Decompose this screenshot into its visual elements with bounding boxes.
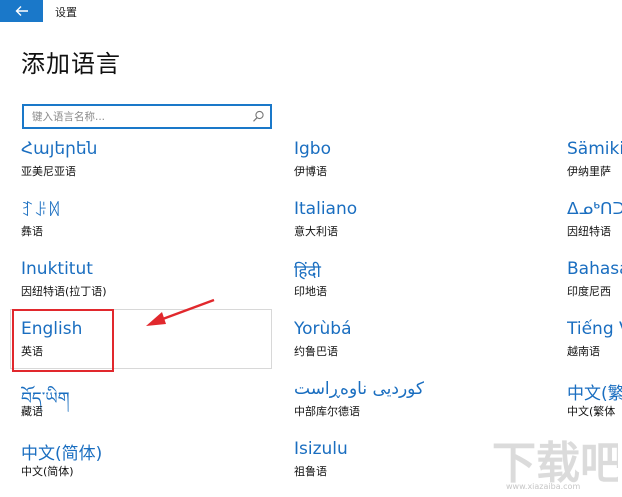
watermark-url: www.xiazaiba.com bbox=[506, 482, 581, 491]
language-name: ꆈꌠꉙ bbox=[21, 201, 61, 221]
language-tile-inari-sami[interactable]: Sämiki 伊纳里萨 bbox=[567, 139, 622, 197]
language-subtitle: 印地语 bbox=[294, 285, 327, 298]
title-bar: 设置 bbox=[0, 0, 622, 22]
watermark-logo: 下载吧 bbox=[492, 438, 618, 489]
language-subtitle: 藏语 bbox=[21, 405, 43, 418]
annotation-arrow-icon bbox=[146, 298, 215, 326]
search-input[interactable] bbox=[32, 109, 242, 125]
language-subtitle: 因纽特语 bbox=[567, 225, 611, 238]
language-subtitle: 中部库尔德语 bbox=[294, 405, 360, 418]
window-title: 设置 bbox=[55, 6, 77, 19]
page-title: 添加语言 bbox=[21, 50, 121, 78]
language-subtitle: 中文(简体) bbox=[21, 465, 74, 478]
language-subtitle: 伊纳里萨 bbox=[567, 165, 611, 178]
language-subtitle: 亚美尼亚语 bbox=[21, 165, 76, 178]
language-subtitle: 越南语 bbox=[567, 345, 600, 358]
language-subtitle: 约鲁巴语 bbox=[294, 345, 338, 358]
language-subtitle: 印度尼西 bbox=[567, 285, 611, 298]
language-name: Yorùbá bbox=[294, 319, 352, 339]
language-name: 中文(繁 bbox=[567, 384, 622, 404]
language-name: Հայերեն bbox=[21, 139, 98, 159]
language-tile-italian[interactable]: Italiano 意大利语 bbox=[294, 199, 544, 257]
language-name: Isizulu bbox=[294, 439, 348, 459]
language-name: Inuktitut bbox=[21, 259, 93, 279]
language-name: 中文(简体) bbox=[21, 444, 103, 464]
language-name: Tiếng V bbox=[567, 319, 622, 339]
language-subtitle: 伊博语 bbox=[294, 165, 327, 178]
language-tile-armenian[interactable]: Հայերեն 亚美尼亚语 bbox=[21, 139, 271, 197]
language-tile-igbo[interactable]: Igbo 伊博语 bbox=[294, 139, 544, 197]
search-box[interactable] bbox=[22, 104, 272, 129]
language-tile-chinese-simplified[interactable]: 中文(简体) 中文(简体) bbox=[21, 439, 271, 497]
back-button[interactable] bbox=[0, 0, 43, 22]
language-name: Sämiki bbox=[567, 139, 622, 159]
language-name: Italiano bbox=[294, 199, 358, 219]
language-tile-vietnamese[interactable]: Tiếng V 越南语 bbox=[567, 319, 622, 377]
back-arrow-icon bbox=[15, 6, 28, 16]
language-name: کوردیی ناوەڕاست bbox=[294, 379, 425, 399]
language-name: Bahasa bbox=[567, 259, 622, 279]
language-tile-indonesian[interactable]: Bahasa 印度尼西 bbox=[567, 259, 622, 317]
language-subtitle: 祖鲁语 bbox=[294, 465, 327, 478]
language-subtitle: 意大利语 bbox=[294, 225, 338, 238]
language-subtitle: 中文(繁体 bbox=[567, 405, 616, 418]
language-subtitle: 彝语 bbox=[21, 225, 43, 238]
language-subtitle: 因纽特语(拉丁语) bbox=[21, 285, 107, 298]
language-tile-yi[interactable]: ꆈꌠꉙ 彝语 bbox=[21, 199, 271, 257]
language-tile-tibetan[interactable]: བོད་ཡིག 藏语 bbox=[21, 379, 271, 437]
annotation-highlight-box bbox=[12, 309, 114, 372]
language-name: Igbo bbox=[294, 139, 331, 159]
language-name: ᐃᓄᒃᑎᑐᑦ bbox=[567, 199, 622, 219]
language-tile-inuktitut-syllabics[interactable]: ᐃᓄᒃᑎᑐᑦ 因纽特语 bbox=[567, 199, 622, 257]
search-icon[interactable] bbox=[251, 109, 266, 124]
language-tile-yoruba[interactable]: Yorùbá 约鲁巴语 bbox=[294, 319, 544, 377]
language-tile-hindi[interactable]: हिंदी 印地语 bbox=[294, 259, 544, 317]
language-name: हिंदी bbox=[294, 262, 321, 282]
